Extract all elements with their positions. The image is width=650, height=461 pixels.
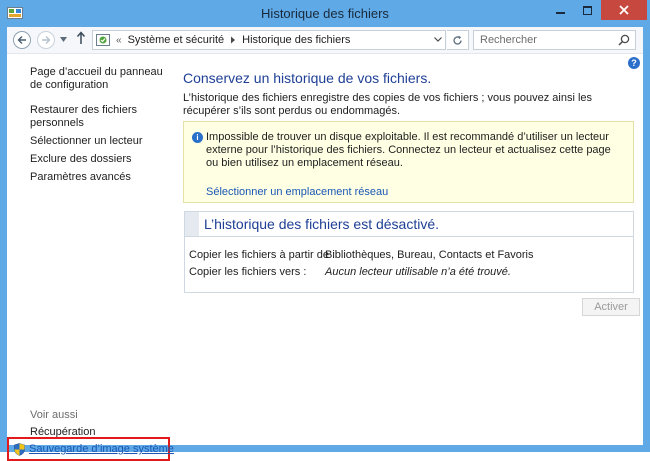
window: Historique des fichiers « Système et séc…	[0, 0, 650, 461]
sidebar-item-system-image-backup[interactable]: Sauvegarde d’image système	[7, 437, 174, 461]
status-indicator-bar	[185, 212, 199, 236]
up-button[interactable]	[76, 31, 86, 48]
uac-shield-icon	[14, 443, 25, 456]
address-bar[interactable]: « Système et sécurité Historique des fic…	[92, 30, 446, 50]
warning-text: Impossible de trouver un disque exploita…	[206, 131, 611, 169]
recent-locations-dropdown[interactable]	[60, 35, 67, 44]
sidebar-item-control-panel-home[interactable]: Page d’accueil du panneau de configurati…	[30, 66, 165, 92]
navigation-bar: « Système et sécurité Historique des fic…	[7, 27, 643, 54]
see-also-heading: Voir aussi	[30, 409, 78, 421]
minimize-button[interactable]	[546, 0, 574, 20]
breadcrumb-prefix[interactable]: «	[116, 35, 122, 46]
search-icon[interactable]	[618, 34, 630, 46]
sidebar-item-restore-files[interactable]: Restaurer des fichiers personnels	[30, 104, 165, 130]
main-content: Conservez un historique de vos fichiers.…	[183, 54, 643, 445]
refresh-icon	[453, 35, 462, 45]
close-icon	[619, 5, 629, 15]
arrow-up-icon	[76, 31, 86, 44]
close-button[interactable]	[601, 0, 647, 20]
sidebar-item-advanced-settings[interactable]: Paramètres avancés	[30, 171, 165, 184]
forward-button[interactable]	[37, 31, 55, 49]
chevron-right-icon[interactable]	[226, 36, 240, 44]
search-box[interactable]	[473, 30, 636, 50]
chevron-down-icon	[60, 37, 67, 42]
breadcrumb-item-system-security[interactable]: Système et sécurité	[128, 34, 225, 46]
status-header: L’historique des fichiers est désactivé.	[185, 212, 633, 237]
breadcrumb-item-file-history[interactable]: Historique des fichiers	[242, 34, 350, 46]
info-icon: i	[192, 132, 203, 143]
copy-to-value: Aucun lecteur utilisable n’a été trouvé.	[325, 266, 511, 278]
maximize-button[interactable]	[574, 0, 601, 20]
minimize-icon	[555, 11, 565, 14]
page-description: L’historique des fichiers enregistre des…	[183, 92, 593, 117]
title-bar: Historique des fichiers	[0, 0, 650, 27]
copy-from-value: Bibliothèques, Bureau, Contacts et Favor…	[325, 249, 534, 261]
status-panel: L’historique des fichiers est désactivé.…	[184, 211, 634, 293]
arrow-right-icon	[42, 36, 51, 44]
warning-banner: i Impossible de trouver un disque exploi…	[183, 121, 634, 203]
client-area: « Système et sécurité Historique des fic…	[7, 27, 643, 461]
refresh-button[interactable]	[447, 30, 469, 50]
arrow-left-icon	[17, 36, 26, 44]
control-panel-icon	[96, 34, 110, 46]
sidebar-item-select-drive[interactable]: Sélectionner un lecteur	[30, 135, 165, 148]
copy-from-label: Copier les fichiers à partir de :	[189, 249, 336, 261]
activate-button[interactable]: Activer	[582, 298, 640, 316]
page-heading: Conservez un historique de vos fichiers.	[183, 70, 432, 86]
sidebar: Page d’accueil du panneau de configurati…	[7, 54, 174, 461]
chevron-down-icon	[434, 37, 442, 42]
search-input[interactable]	[480, 31, 616, 49]
status-title: L’historique des fichiers est désactivé.	[204, 216, 440, 232]
system-image-backup-link[interactable]: Sauvegarde d’image système	[29, 443, 174, 455]
copy-to-label: Copier les fichiers vers :	[189, 266, 307, 278]
back-button[interactable]	[13, 31, 31, 49]
maximize-icon	[583, 5, 592, 15]
select-network-location-link[interactable]: Sélectionner un emplacement réseau	[206, 186, 388, 198]
sidebar-item-exclude-folders[interactable]: Exclure des dossiers	[30, 153, 165, 166]
address-dropdown[interactable]	[434, 35, 442, 44]
